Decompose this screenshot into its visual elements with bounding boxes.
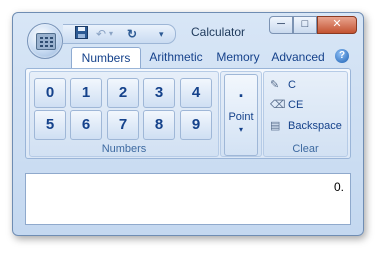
key-3[interactable]: 3 bbox=[143, 78, 175, 108]
ribbon-panel: 0 1 2 3 4 5 6 7 8 9 Numbers . Point ▾ ✎ … bbox=[25, 68, 351, 159]
clear-all-icon: ✎ bbox=[270, 78, 280, 91]
calculator-window: ↶ ▾ ↻ ▾ Calculator ─ □ ✕ Numbers Arithme… bbox=[12, 12, 364, 236]
display-value: 0. bbox=[333, 180, 344, 194]
tab-numbers[interactable]: Numbers bbox=[71, 47, 141, 69]
help-icon[interactable]: ? bbox=[335, 49, 349, 63]
calculator-icon bbox=[36, 33, 56, 50]
customize-arrow-icon[interactable]: ▾ bbox=[159, 26, 164, 42]
backspace-button[interactable]: ▤ Backspace bbox=[270, 117, 342, 135]
tab-memory[interactable]: Memory bbox=[213, 47, 263, 68]
maximize-button[interactable]: □ bbox=[293, 16, 317, 34]
key-6[interactable]: 6 bbox=[70, 110, 102, 140]
point-symbol: . bbox=[238, 81, 244, 101]
window-controls: ─ □ ✕ bbox=[269, 16, 357, 34]
clear-ce-button[interactable]: ⌫ CE bbox=[270, 96, 303, 114]
application-menu-button[interactable] bbox=[27, 23, 63, 59]
clear-ce-label: CE bbox=[288, 99, 304, 111]
backspace-label: Backspace bbox=[288, 120, 342, 132]
tab-arithmetic[interactable]: Arithmetic bbox=[141, 47, 211, 68]
undo-icon[interactable]: ↶ bbox=[96, 26, 106, 42]
backspace-icon: ▤ bbox=[270, 119, 281, 132]
redo-icon[interactable]: ↻ bbox=[127, 26, 137, 42]
key-8[interactable]: 8 bbox=[143, 110, 175, 140]
key-7[interactable]: 7 bbox=[107, 110, 139, 140]
key-4[interactable]: 4 bbox=[180, 78, 212, 108]
point-label: Point bbox=[228, 111, 254, 123]
numbers-group: 0 1 2 3 4 5 6 7 8 9 Numbers bbox=[29, 71, 219, 157]
numbers-group-label: Numbers bbox=[101, 143, 147, 155]
result-display: 0. bbox=[25, 173, 351, 225]
clear-group-label: Clear bbox=[292, 143, 319, 155]
key-9[interactable]: 9 bbox=[180, 110, 212, 140]
eraser-icon: ⌫ bbox=[270, 98, 286, 111]
window-title: Calculator bbox=[191, 25, 246, 39]
key-5[interactable]: 5 bbox=[34, 110, 66, 140]
clear-group: ✎ C ⌫ CE ▤ Backspace Clear bbox=[263, 71, 348, 157]
minimize-button[interactable]: ─ bbox=[269, 16, 293, 34]
clear-c-label: C bbox=[288, 79, 296, 91]
point-dropdown-arrow-icon: ▾ bbox=[238, 125, 243, 134]
clear-c-button[interactable]: ✎ C bbox=[270, 76, 296, 94]
key-2[interactable]: 2 bbox=[107, 78, 139, 108]
point-group: . Point ▾ bbox=[220, 71, 262, 157]
quick-access-toolbar: ↶ ▾ ↻ ▾ bbox=[63, 24, 176, 44]
key-1[interactable]: 1 bbox=[70, 78, 102, 108]
point-button[interactable]: . Point ▾ bbox=[224, 74, 258, 156]
save-icon[interactable] bbox=[75, 26, 88, 42]
close-button[interactable]: ✕ bbox=[317, 16, 357, 34]
key-0[interactable]: 0 bbox=[34, 78, 66, 108]
undo-dropdown-icon[interactable]: ▾ bbox=[109, 26, 113, 42]
tab-advanced[interactable]: Advanced bbox=[265, 47, 331, 68]
